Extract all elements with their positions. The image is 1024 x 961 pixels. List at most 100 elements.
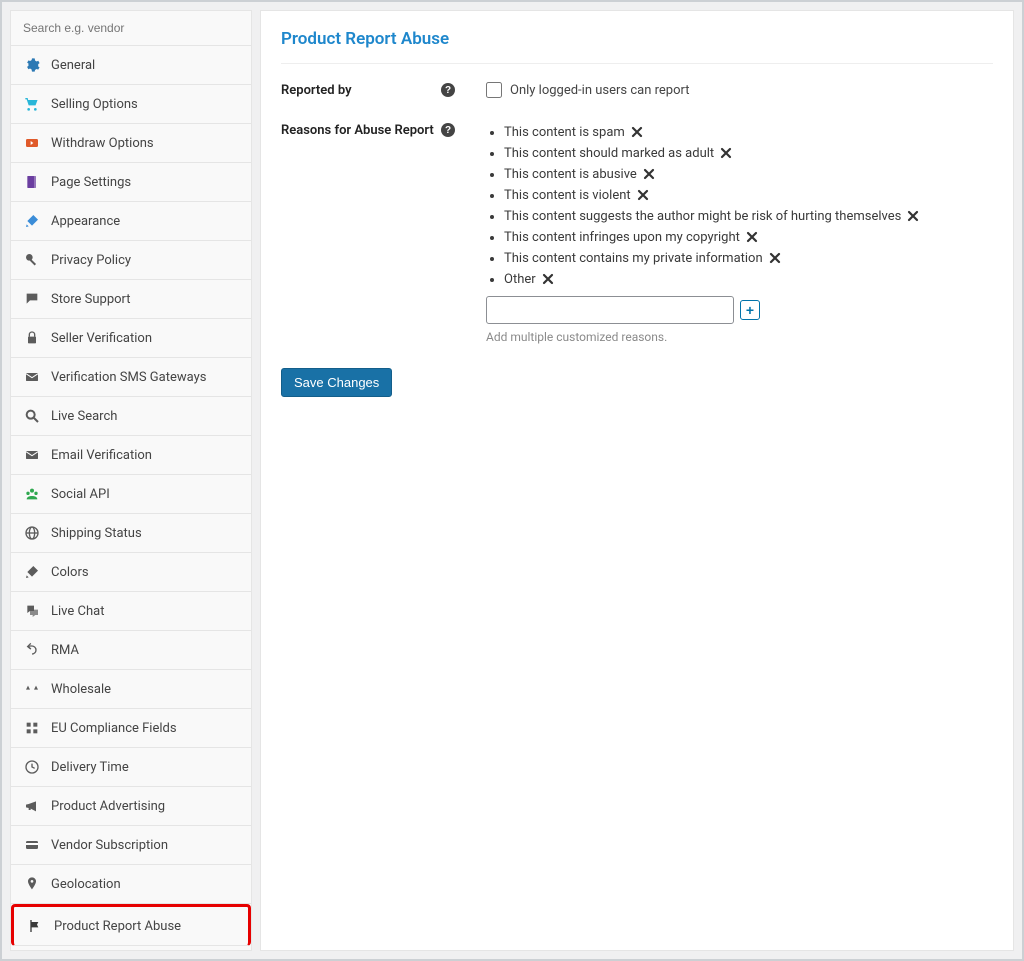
sidebar-search-input[interactable] [11,11,251,45]
sidebar-item-label: RMA [51,643,79,658]
list-item: Delivery Time [11,748,251,787]
key-icon [23,251,41,269]
list-item: Page Settings [11,163,251,202]
list-item: Single Product MultiVendor [11,946,251,961]
sidebar-item-label: Vendor Subscription [51,838,168,853]
remove-reason-icon[interactable] [769,252,783,266]
sidebar-item-live-search[interactable]: Live Search [11,397,251,435]
sidebar-item-label: Page Settings [51,175,131,190]
reasons-row: Reasons for Abuse Report ? This content … [281,122,993,344]
reason-label: This content is abusive [504,167,637,182]
list-item: Appearance [11,202,251,241]
add-reason-input[interactable] [486,296,734,324]
sidebar-item-page-settings[interactable]: Page Settings [11,163,251,201]
sidebar-search-box [11,11,251,46]
sidebar-item-single-product-multivendor[interactable]: Single Product MultiVendor [11,946,251,961]
sidebar-item-appearance[interactable]: Appearance [11,202,251,240]
remove-reason-icon[interactable] [637,189,651,203]
sidebar-item-geolocation[interactable]: Geolocation [11,865,251,903]
list-item: EU Compliance Fields [11,709,251,748]
sidebar-item-label: Live Search [51,409,117,424]
sidebar-item-label: Email Verification [51,448,152,463]
remove-reason-icon[interactable] [643,168,657,182]
reason-label: This content infringes upon my copyright [504,230,740,245]
sidebar-item-eu-compliance-fields[interactable]: EU Compliance Fields [11,709,251,747]
mail-icon [23,368,41,386]
sidebar-item-label: Shipping Status [51,526,142,541]
reason-item: This content is violent [504,185,993,206]
megaphone-icon [23,797,41,815]
page-icon [23,173,41,191]
sidebar-item-wholesale[interactable]: Wholesale [11,670,251,708]
mail-icon [23,446,41,464]
remove-reason-icon[interactable] [720,147,734,161]
reason-item: This content suggests the author might b… [504,206,993,227]
svg-text:?: ? [445,85,451,96]
sidebar-item-label: Privacy Policy [51,253,131,268]
list-item: Store Support [11,280,251,319]
reason-label: This content should marked as adult [504,146,714,161]
list-item: Seller Verification [11,319,251,358]
sidebar-item-general[interactable]: General [11,46,251,84]
reason-item: This content contains my private informa… [504,248,993,269]
list-item: Wholesale [11,670,251,709]
remove-reason-icon[interactable] [631,126,645,140]
list-item: Shipping Status [11,514,251,553]
sidebar-item-rma[interactable]: RMA [11,631,251,669]
sidebar-item-withdraw-options[interactable]: Withdraw Options [11,124,251,162]
only-logged-in-checkbox[interactable] [486,82,502,98]
sidebar-item-product-report-abuse[interactable]: Product Report Abuse [14,907,248,945]
sidebar-item-vendor-subscription[interactable]: Vendor Subscription [11,826,251,864]
sidebar-item-shipping-status[interactable]: Shipping Status [11,514,251,552]
remove-reason-icon[interactable] [907,210,921,224]
sidebar-item-label: Single Product MultiVendor [51,958,209,961]
sidebar-item-label: Colors [51,565,89,580]
save-changes-button[interactable]: Save Changes [281,368,392,397]
store-icon [23,956,41,961]
sidebar-item-store-support[interactable]: Store Support [11,280,251,318]
sidebar-item-colors[interactable]: Colors [11,553,251,591]
sidebar-item-seller-verification[interactable]: Seller Verification [11,319,251,357]
page-title: Product Report Abuse [281,29,993,64]
help-icon[interactable]: ? [440,82,456,98]
reported-by-label: Reported by ? [281,82,456,98]
chat-icon [23,290,41,308]
list-item: Product Advertising [11,787,251,826]
reason-item: This content is spam [504,122,993,143]
reason-label: This content is violent [504,188,631,203]
only-logged-in-option[interactable]: Only logged-in users can report [486,82,993,98]
lock-icon [23,329,41,347]
reported-by-label-text: Reported by [281,83,352,98]
sidebar-item-privacy-policy[interactable]: Privacy Policy [11,241,251,279]
cart-icon [23,95,41,113]
settings-sidebar: GeneralSelling Options Withdraw Options Pa… [10,10,252,951]
sidebar-item-product-advertising[interactable]: Product Advertising [11,787,251,825]
remove-reason-icon[interactable] [746,231,760,245]
list-item: Product Report Abuse [11,904,251,946]
sidebar-item-label: Withdraw Options [51,136,154,151]
list-item: Withdraw Options [11,124,251,163]
reason-label: This content contains my private informa… [504,251,763,266]
sidebar-item-label: Verification SMS Gateways [51,370,206,385]
sidebar-item-social-api[interactable]: Social API [11,475,251,513]
list-item: General [11,46,251,85]
sidebar-item-verification-sms-gateways[interactable]: Verification SMS Gateways [11,358,251,396]
reason-item: This content should marked as adult [504,143,993,164]
list-item: Social API [11,475,251,514]
brush-icon [23,212,41,230]
sidebar-item-email-verification[interactable]: Email Verification [11,436,251,474]
reasons-list: This content is spam This content should … [486,122,993,290]
help-icon[interactable]: ? [440,122,456,138]
sidebar-item-live-chat[interactable]: Live Chat [11,592,251,630]
clock-icon [23,758,41,776]
flag-icon [26,917,44,935]
pin-icon [23,875,41,893]
add-reason-button[interactable]: + [740,300,760,320]
search-icon [23,407,41,425]
sidebar-item-delivery-time[interactable]: Delivery Time [11,748,251,786]
sidebar-item-selling-options[interactable]: Selling Options [11,85,251,123]
scale-icon [23,680,41,698]
chats-icon [23,602,41,620]
remove-reason-icon[interactable] [542,273,556,287]
sidebar-item-label: Store Support [51,292,131,307]
